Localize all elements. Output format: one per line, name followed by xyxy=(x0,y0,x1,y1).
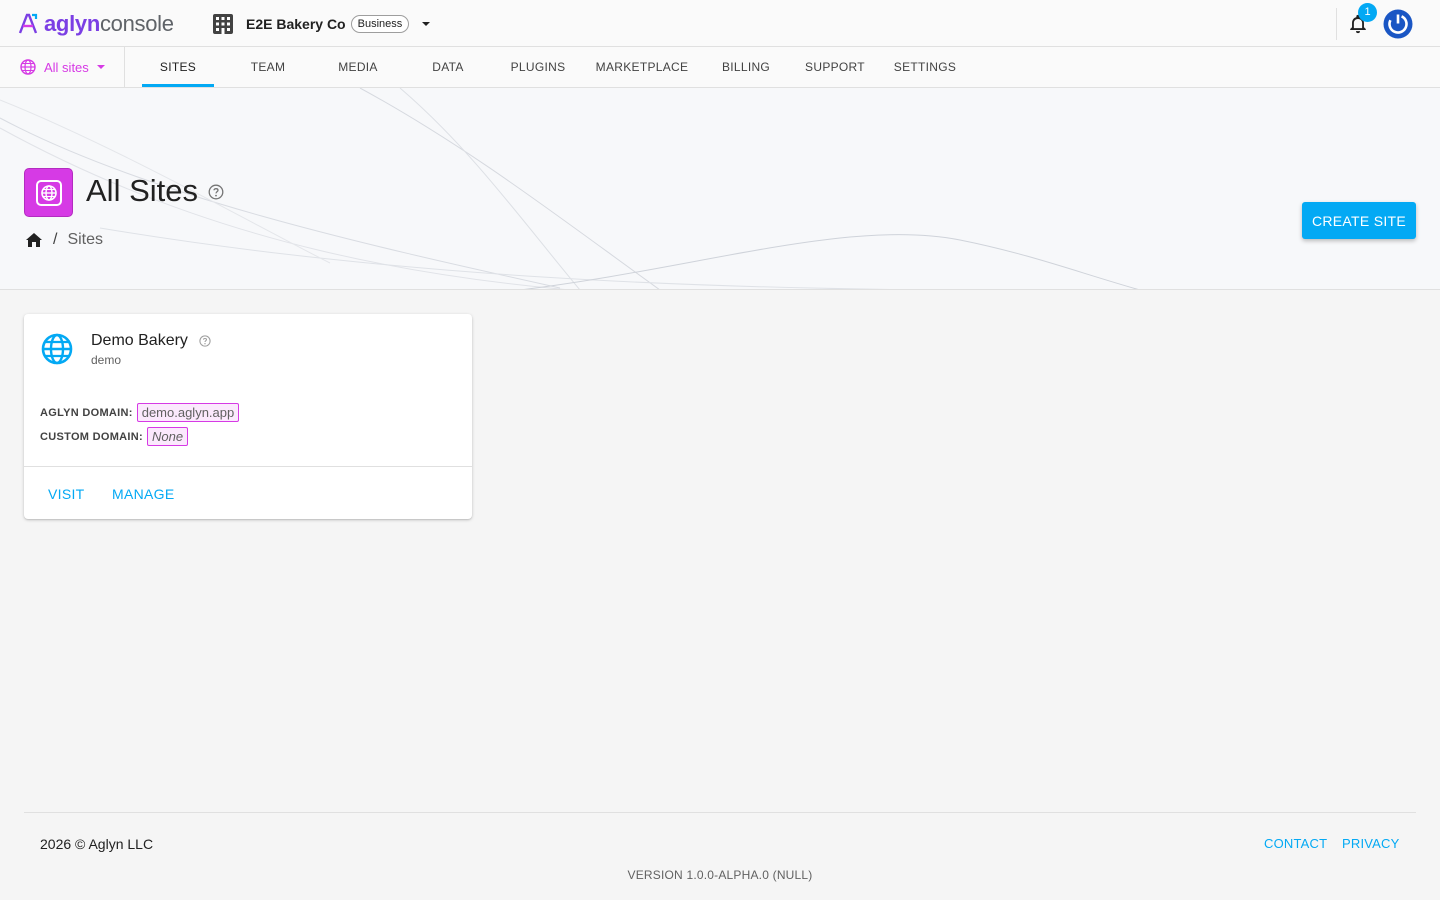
custom-domain-row: CUSTOM DOMAIN: None xyxy=(40,427,189,446)
home-icon[interactable] xyxy=(25,231,43,249)
card-divider xyxy=(24,466,472,467)
tab-media[interactable]: MEDIA xyxy=(322,47,394,87)
tab-marketplace[interactable]: MARKETPLACE xyxy=(592,47,692,87)
aglyn-domain-row: AGLYN DOMAIN: demo.aglyn.app xyxy=(40,403,240,422)
custom-domain-label: CUSTOM DOMAIN: xyxy=(40,430,143,443)
aglyn-domain-label: AGLYN DOMAIN: xyxy=(40,406,133,419)
main-nav: All sites SITES TEAM MEDIA DATA PLUGINS … xyxy=(0,47,1440,88)
building-icon xyxy=(213,14,233,34)
logo-brand: aglyn xyxy=(44,11,100,36)
breadcrumb: / Sites xyxy=(25,231,103,249)
site-name: Demo Bakery xyxy=(91,332,188,349)
caret-down-icon xyxy=(96,65,105,69)
globe-icon xyxy=(41,333,73,365)
visit-button[interactable]: VISIT xyxy=(48,486,85,502)
org-name: E2E Bakery Co xyxy=(246,16,346,32)
custom-domain-value: None xyxy=(147,427,189,446)
help-icon[interactable] xyxy=(208,184,224,200)
plan-badge: Business xyxy=(350,15,410,33)
power-icon[interactable] xyxy=(1383,9,1413,39)
globe-icon xyxy=(35,179,62,206)
top-bar: aglynconsole E2E Bakery Co Business 1 xyxy=(0,0,1440,47)
page-header: All Sites / Sites CREATE SITE xyxy=(0,88,1440,290)
tab-team[interactable]: TEAM xyxy=(232,47,304,87)
tab-data[interactable]: DATA xyxy=(412,47,484,87)
aglyn-domain-value: demo.aglyn.app xyxy=(136,403,240,422)
tab-sites[interactable]: SITES xyxy=(142,47,214,87)
globe-icon xyxy=(20,59,36,75)
copyright: 2026 © Aglyn LLC xyxy=(40,836,154,852)
help-icon[interactable] xyxy=(199,335,211,347)
version-text: VERSION 1.0.0-ALPHA.0 (NULL) xyxy=(627,868,813,882)
manage-button[interactable]: MANAGE xyxy=(112,486,174,502)
breadcrumb-separator: / xyxy=(53,231,58,248)
tab-billing[interactable]: BILLING xyxy=(710,47,782,87)
site-slug: demo xyxy=(91,353,122,367)
app-logo[interactable]: aglynconsole xyxy=(18,11,174,37)
breadcrumb-current: Sites xyxy=(67,231,104,248)
org-switcher[interactable]: E2E Bakery Co Business xyxy=(212,12,431,36)
aglyn-logo-icon xyxy=(18,13,38,34)
divider xyxy=(1336,7,1337,40)
tab-settings[interactable]: SETTINGS xyxy=(889,47,961,87)
site-card: Demo Bakery demo AGLYN DOMAIN: demo.agly… xyxy=(24,314,472,519)
tab-support[interactable]: SUPPORT xyxy=(799,47,871,87)
page-title: All Sites xyxy=(86,173,198,208)
create-site-button[interactable]: CREATE SITE xyxy=(1302,202,1416,239)
tab-plugins[interactable]: PLUGINS xyxy=(502,47,574,87)
contact-link[interactable]: CONTACT xyxy=(1264,836,1327,851)
privacy-link[interactable]: PRIVACY xyxy=(1342,836,1400,851)
notification-count-badge: 1 xyxy=(1358,2,1377,22)
logo-product: console xyxy=(99,11,174,36)
notifications-button[interactable]: 1 xyxy=(1347,2,1377,35)
footer-divider xyxy=(24,812,1416,813)
caret-down-icon xyxy=(422,22,431,26)
sites-page-icon xyxy=(24,168,73,217)
site-selector[interactable]: All sites xyxy=(0,47,125,87)
top-right-actions: 1 xyxy=(1336,0,1440,47)
site-selector-label: All sites xyxy=(44,59,89,75)
